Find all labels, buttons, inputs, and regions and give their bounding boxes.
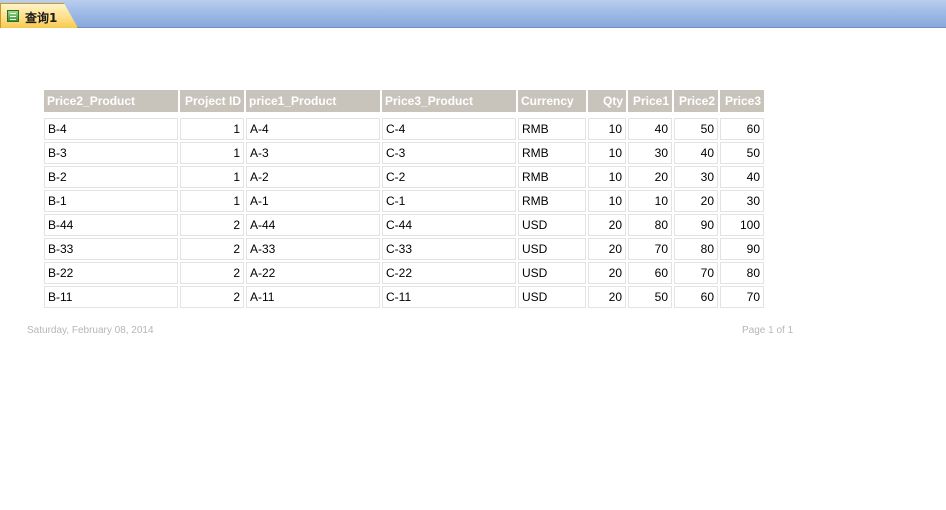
cell-price3-product: C-1 xyxy=(382,190,516,212)
cell-price2-product: B-44 xyxy=(44,214,178,236)
report-date: Saturday, February 08, 2014 xyxy=(27,325,154,336)
table-row: B-4 1 A-4 C-4 RMB 10 40 50 60 xyxy=(44,118,764,140)
cell-price3-product: C-3 xyxy=(382,142,516,164)
cell-price1: 50 xyxy=(628,286,672,308)
cell-price1: 10 xyxy=(628,190,672,212)
cell-qty: 10 xyxy=(588,190,626,212)
cell-price1-product: A-1 xyxy=(246,190,380,212)
table-header-row: Price2_Product Project ID price1_Product… xyxy=(44,90,764,112)
cell-currency: USD xyxy=(518,286,586,308)
cell-price3-product: C-11 xyxy=(382,286,516,308)
cell-qty: 20 xyxy=(588,214,626,236)
table-row: B-2 1 A-2 C-2 RMB 10 20 30 40 xyxy=(44,166,764,188)
cell-project-id: 1 xyxy=(180,166,244,188)
cell-qty: 10 xyxy=(588,142,626,164)
cell-price1: 70 xyxy=(628,238,672,260)
cell-price1-product: A-4 xyxy=(246,118,380,140)
cell-project-id: 1 xyxy=(180,190,244,212)
cell-project-id: 1 xyxy=(180,118,244,140)
cell-price2-product: B-1 xyxy=(44,190,178,212)
cell-price1-product: A-3 xyxy=(246,142,380,164)
column-header-currency: Currency xyxy=(518,90,586,112)
cell-price3: 30 xyxy=(720,190,764,212)
cell-price1-product: A-33 xyxy=(246,238,380,260)
page-number: Page 1 of 1 xyxy=(742,325,794,336)
cell-price1: 60 xyxy=(628,262,672,284)
cell-price2-product: B-22 xyxy=(44,262,178,284)
table-row: B-33 2 A-33 C-33 USD 20 70 80 90 xyxy=(44,238,764,260)
cell-price2-product: B-2 xyxy=(44,166,178,188)
cell-price3: 70 xyxy=(720,286,764,308)
cell-price3: 80 xyxy=(720,262,764,284)
table-row: B-1 1 A-1 C-1 RMB 10 10 20 30 xyxy=(44,190,764,212)
cell-price2: 90 xyxy=(674,214,718,236)
cell-price2: 80 xyxy=(674,238,718,260)
cell-price2: 50 xyxy=(674,118,718,140)
cell-currency: RMB xyxy=(518,190,586,212)
cell-price3-product: C-2 xyxy=(382,166,516,188)
cell-qty: 20 xyxy=(588,238,626,260)
cell-qty: 20 xyxy=(588,286,626,308)
cell-price1-product: A-22 xyxy=(246,262,380,284)
cell-price1-product: A-44 xyxy=(246,214,380,236)
document-tab-bar: 查询1 xyxy=(0,0,946,28)
cell-currency: USD xyxy=(518,238,586,260)
cell-price2-product: B-4 xyxy=(44,118,178,140)
cell-price1: 40 xyxy=(628,118,672,140)
column-header-qty: Qty xyxy=(588,90,626,112)
column-header-price3: Price3 xyxy=(720,90,764,112)
query-icon xyxy=(7,10,19,22)
cell-price1: 20 xyxy=(628,166,672,188)
column-header-price2: Price2 xyxy=(674,90,718,112)
cell-qty: 10 xyxy=(588,118,626,140)
cell-project-id: 2 xyxy=(180,286,244,308)
cell-qty: 20 xyxy=(588,262,626,284)
column-header-price3-product: Price3_Product xyxy=(382,90,516,112)
cell-currency: RMB xyxy=(518,166,586,188)
cell-price3: 40 xyxy=(720,166,764,188)
column-header-price1: Price1 xyxy=(628,90,672,112)
cell-price3-product: C-22 xyxy=(382,262,516,284)
cell-price2-product: B-33 xyxy=(44,238,178,260)
cell-currency: USD xyxy=(518,214,586,236)
cell-price1: 80 xyxy=(628,214,672,236)
cell-qty: 10 xyxy=(588,166,626,188)
cell-price2: 20 xyxy=(674,190,718,212)
table-row: B-22 2 A-22 C-22 USD 20 60 70 80 xyxy=(44,262,764,284)
cell-price2-product: B-3 xyxy=(44,142,178,164)
tab-label: 查询1 xyxy=(25,11,58,25)
cell-price1: 30 xyxy=(628,142,672,164)
table-row: B-11 2 A-11 C-11 USD 20 50 60 70 xyxy=(44,286,764,308)
cell-price3: 90 xyxy=(720,238,764,260)
table-row: B-3 1 A-3 C-3 RMB 10 30 40 50 xyxy=(44,142,764,164)
cell-currency: USD xyxy=(518,262,586,284)
cell-price2: 60 xyxy=(674,286,718,308)
cell-project-id: 2 xyxy=(180,214,244,236)
report-body: Price2_Product Project ID price1_Product… xyxy=(44,90,766,310)
column-header-price1-product: price1_Product xyxy=(246,90,380,112)
cell-price3-product: C-33 xyxy=(382,238,516,260)
cell-currency: RMB xyxy=(518,142,586,164)
cell-project-id: 2 xyxy=(180,238,244,260)
cell-price1-product: A-2 xyxy=(246,166,380,188)
cell-price1-product: A-11 xyxy=(246,286,380,308)
cell-price3-product: C-44 xyxy=(382,214,516,236)
cell-price2-product: B-11 xyxy=(44,286,178,308)
cell-price2: 30 xyxy=(674,166,718,188)
cell-price3: 60 xyxy=(720,118,764,140)
report-table: Price2_Product Project ID price1_Product… xyxy=(42,88,766,310)
cell-currency: RMB xyxy=(518,118,586,140)
cell-price3: 100 xyxy=(720,214,764,236)
table-row: B-44 2 A-44 C-44 USD 20 80 90 100 xyxy=(44,214,764,236)
cell-price2: 70 xyxy=(674,262,718,284)
cell-project-id: 2 xyxy=(180,262,244,284)
table-body: B-4 1 A-4 C-4 RMB 10 40 50 60 B-3 1 A-3 C-3 RMB 10 30 40… xyxy=(44,118,764,308)
column-header-project-id: Project ID xyxy=(180,90,244,112)
document-tab-query1[interactable]: 查询1 xyxy=(0,3,78,28)
cell-project-id: 1 xyxy=(180,142,244,164)
cell-price3: 50 xyxy=(720,142,764,164)
column-header-price2-product: Price2_Product xyxy=(44,90,178,112)
cell-price2: 40 xyxy=(674,142,718,164)
cell-price3-product: C-4 xyxy=(382,118,516,140)
